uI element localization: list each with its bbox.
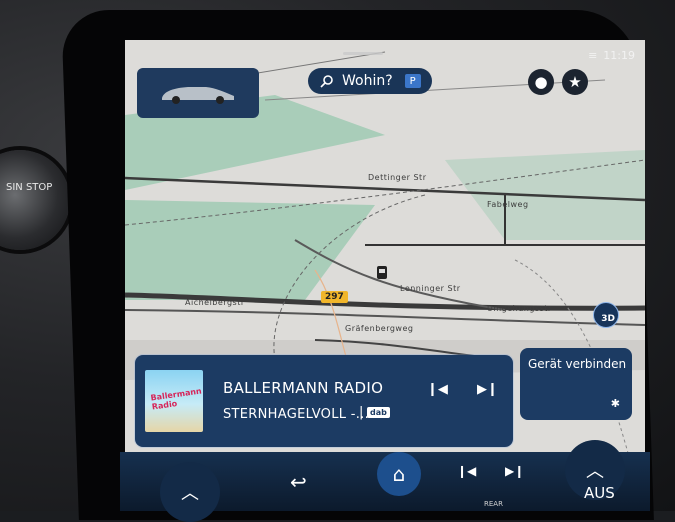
chevron-up-icon: ︿ xyxy=(181,483,199,504)
cover-art-logo: Ballermann Radio xyxy=(150,386,203,412)
route-number-badge: 297 xyxy=(321,291,348,303)
back-arrow-icon: ↩ xyxy=(290,470,307,494)
off-button[interactable]: AUS xyxy=(584,484,615,502)
media-card[interactable]: Ballermann Radio BALLERMANN RADIO STERNH… xyxy=(135,355,513,447)
hard-next-button[interactable]: ▶❙ xyxy=(505,464,524,478)
skip-previous-icon: ❙◀ xyxy=(427,382,448,397)
skip-next-icon: ▶❙ xyxy=(505,464,525,478)
car-icon xyxy=(162,87,234,104)
skip-next-icon: ▶❙ xyxy=(477,382,498,397)
home-button[interactable]: ⌂ xyxy=(377,452,421,496)
destination-search-button[interactable]: Wohin? P xyxy=(308,68,432,94)
bluetooth-icon: ✱ xyxy=(610,397,620,410)
road-label: Umgehungsstr xyxy=(487,304,552,313)
connect-device-label: Gerät verbinden xyxy=(528,357,627,371)
road-label: Dettinger Str xyxy=(368,173,427,182)
status-bar: ≡ 11:19 xyxy=(588,49,635,62)
previous-track-button[interactable]: ❙◀ xyxy=(427,382,448,397)
connect-device-button[interactable]: Gerät verbinden ✱ xyxy=(520,348,632,420)
road-label: Lenninger Str xyxy=(400,284,461,293)
track-title: STERNHAGELVOLL -... xyxy=(223,407,370,422)
signal-icon: ≡ xyxy=(588,49,598,62)
station-name: BALLERMANN RADIO xyxy=(223,379,384,397)
star-icon: ★ xyxy=(568,73,582,91)
next-track-button[interactable]: ▶❙ xyxy=(477,382,498,397)
skip-previous-icon: ❙◀ xyxy=(457,464,477,478)
infotainment-screen: Dettinger Str Fabelweg Lenninger Str Aic… xyxy=(125,40,645,470)
view-mode-label: 3D xyxy=(601,314,615,324)
drag-handle[interactable] xyxy=(343,52,383,55)
chevron-up-icon: ︿ xyxy=(586,461,604,482)
start-stop-label: SIN STOP xyxy=(6,182,53,193)
back-button[interactable]: ↩ xyxy=(290,470,307,494)
road-label: Gräfenbergweg xyxy=(345,324,414,333)
road-label: Aichelbergstr xyxy=(185,298,245,307)
favorites-button[interactable]: ★ xyxy=(562,69,588,95)
search-icon xyxy=(320,75,333,88)
clock: 11:19 xyxy=(603,49,635,62)
search-label: Wohin? xyxy=(342,73,393,89)
hard-previous-button[interactable]: ❙◀ xyxy=(457,464,476,478)
user-icon: ● xyxy=(534,73,548,91)
divider: | xyxy=(359,405,364,420)
station-cover-art: Ballermann Radio xyxy=(145,370,203,432)
left-volume-up-button[interactable]: ︿ xyxy=(160,462,220,522)
vehicle-status-card[interactable] xyxy=(137,68,259,118)
profile-button[interactable]: ● xyxy=(528,69,554,95)
map-view-toggle[interactable]: 3D xyxy=(593,302,619,328)
home-icon: ⌂ xyxy=(392,462,406,486)
parking-icon: P xyxy=(404,74,421,88)
dab-icon: dab xyxy=(367,407,390,418)
rear-label: REAR xyxy=(484,500,503,508)
road-label: Fabelweg xyxy=(487,200,529,209)
